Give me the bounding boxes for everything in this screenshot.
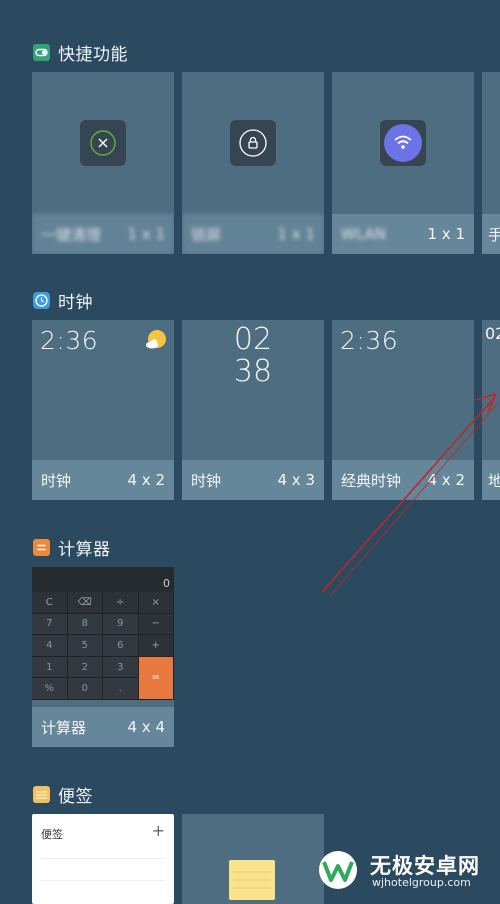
watermark-url: wjhotelgroup.com [372, 876, 471, 889]
watermark: 无极安卓网 wjhotelgroup.com [300, 848, 500, 892]
w-logo-icon [312, 850, 364, 894]
annotation-arrow-icon [321, 393, 499, 597]
